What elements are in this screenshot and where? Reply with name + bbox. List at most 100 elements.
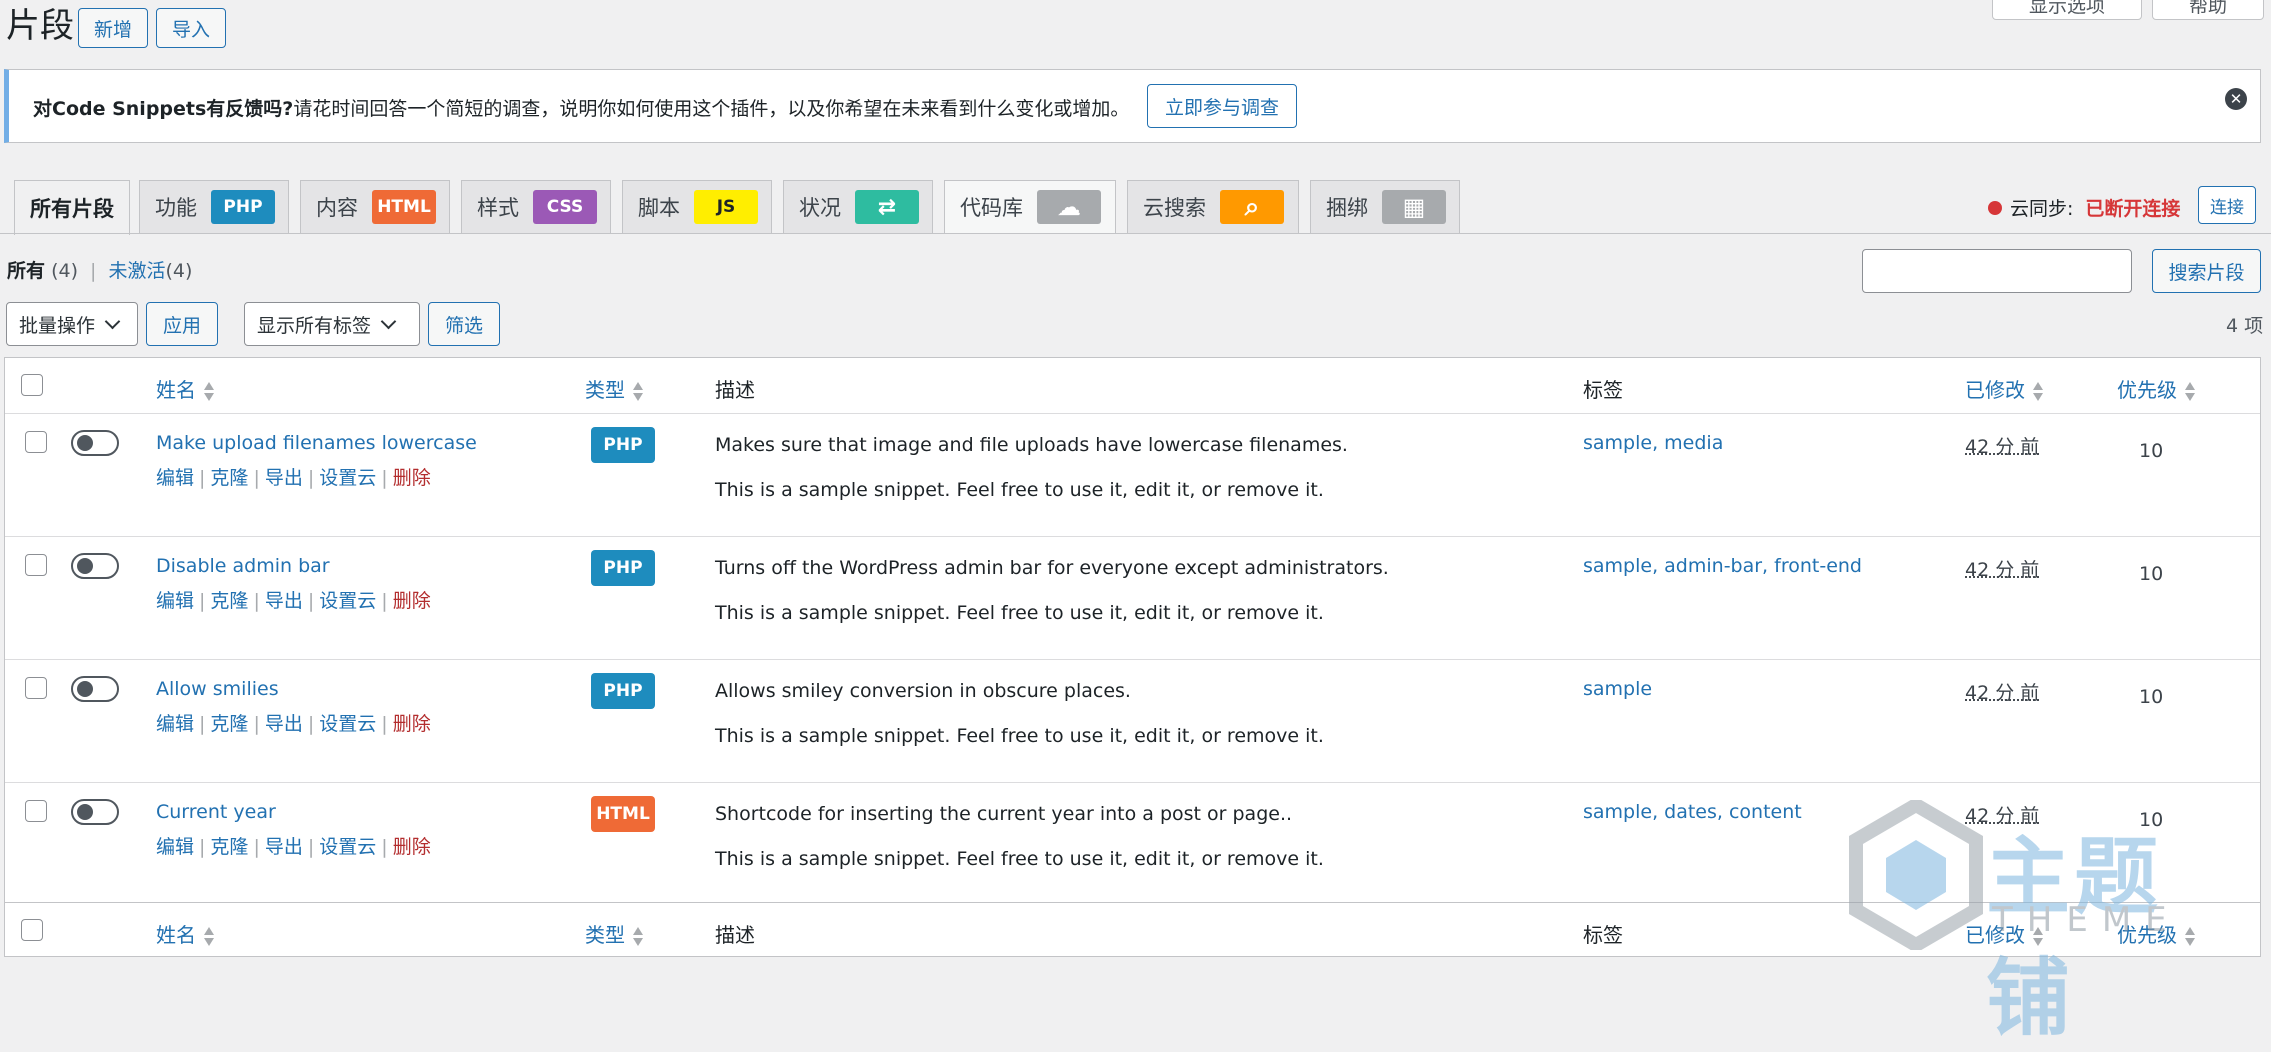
row-checkbox[interactable] xyxy=(25,677,47,699)
snippet-tags[interactable]: sample, dates, content xyxy=(1583,801,1802,823)
modified-time: 42 分 前 xyxy=(1965,432,2039,459)
search-snippets-button[interactable]: 搜索片段 xyxy=(2152,249,2261,293)
snippet-tags[interactable]: sample, admin-bar, front-end xyxy=(1583,555,1862,577)
column-priority[interactable]: 优先级 xyxy=(2117,374,2195,403)
row-checkbox[interactable] xyxy=(25,800,47,822)
delete-link[interactable]: 删除 xyxy=(393,836,431,858)
clone-link[interactable]: 克隆 xyxy=(210,590,248,612)
type-badge[interactable]: PHP xyxy=(591,550,655,586)
apply-button[interactable]: 应用 xyxy=(146,302,218,346)
delete-link[interactable]: 删除 xyxy=(393,590,431,612)
shuffle-icon: ⇄ xyxy=(855,190,919,224)
activate-toggle[interactable] xyxy=(71,676,119,702)
snippet-name-link[interactable]: Current year xyxy=(156,801,276,823)
separator: | xyxy=(381,590,387,612)
delete-link[interactable]: 删除 xyxy=(393,467,431,489)
connect-button[interactable]: 连接 xyxy=(2198,186,2256,224)
column-type-label: 类型 xyxy=(585,378,625,402)
html-badge: HTML xyxy=(372,190,436,224)
separator: | xyxy=(253,713,259,735)
notice-body: 请花时间回答一个简短的调查，说明你如何使用这个插件，以及你希望在未来看到什么变化… xyxy=(293,98,1129,120)
bulk-actions-select[interactable]: 批量操作 xyxy=(6,302,138,346)
activate-toggle[interactable] xyxy=(71,553,119,579)
snippet-name-link[interactable]: Make upload filenames lowercase xyxy=(156,432,477,454)
column-modified[interactable]: 已修改 xyxy=(1965,374,2043,403)
cloud-link[interactable]: 设置云 xyxy=(319,713,376,735)
column-type[interactable]: 类型 xyxy=(585,919,643,948)
column-tags: 标签 xyxy=(1583,919,1623,948)
toggle-knob xyxy=(77,435,93,451)
add-new-button[interactable]: 新增 xyxy=(78,8,148,48)
select-all-checkbox[interactable] xyxy=(21,919,43,941)
cloud-sync-status: 云同步: 已断开连接 xyxy=(1988,194,2180,221)
close-icon[interactable]: ✕ xyxy=(2225,88,2247,110)
activate-toggle[interactable] xyxy=(71,799,119,825)
tab-content[interactable]: 内容 HTML xyxy=(300,180,450,233)
status-dot-icon xyxy=(1988,201,2002,215)
watermark-icon xyxy=(1846,800,1986,950)
cloud-link[interactable]: 设置云 xyxy=(319,590,376,612)
survey-button[interactable]: 立即参与调查 xyxy=(1147,84,1297,128)
type-badge[interactable]: PHP xyxy=(591,427,655,463)
clone-link[interactable]: 克隆 xyxy=(210,713,248,735)
tab-divider xyxy=(0,233,2271,234)
edit-link[interactable]: 编辑 xyxy=(156,467,194,489)
sync-status-text: 已断开连接 xyxy=(2085,194,2180,221)
export-link[interactable]: 导出 xyxy=(265,713,303,735)
tab-conditions[interactable]: 状况 ⇄ xyxy=(783,180,933,233)
type-badge[interactable]: PHP xyxy=(591,673,655,709)
edit-link[interactable]: 编辑 xyxy=(156,713,194,735)
tab-label: 功能 xyxy=(155,192,197,222)
tab-label: 所有片段 xyxy=(30,193,114,223)
row-actions: 编辑 | 克隆 | 导出 | 设置云 | 删除 xyxy=(156,463,431,490)
clone-link[interactable]: 克隆 xyxy=(210,836,248,858)
sort-icon xyxy=(204,381,214,403)
separator: | xyxy=(199,713,205,735)
snippet-tags[interactable]: sample, media xyxy=(1583,432,1723,454)
snippet-name-link[interactable]: Allow smilies xyxy=(156,678,279,700)
edit-link[interactable]: 编辑 xyxy=(156,590,194,612)
screen-options-button[interactable]: 显示选项 xyxy=(1992,0,2142,20)
snippet-name-link[interactable]: Disable admin bar xyxy=(156,555,330,577)
tab-cloud-search[interactable]: 云搜索 ⌕ xyxy=(1127,180,1299,233)
type-badge[interactable]: HTML xyxy=(591,796,655,832)
activate-toggle[interactable] xyxy=(71,430,119,456)
cloud-link[interactable]: 设置云 xyxy=(319,836,376,858)
column-name[interactable]: 姓名 xyxy=(156,919,214,948)
column-name[interactable]: 姓名 xyxy=(156,374,214,403)
view-all[interactable]: 所有 xyxy=(7,260,45,282)
tab-styles[interactable]: 样式 CSS xyxy=(461,180,611,233)
column-description: 描述 xyxy=(715,374,755,403)
select-all-checkbox[interactable] xyxy=(21,374,43,396)
snippet-tags[interactable]: sample xyxy=(1583,678,1652,700)
export-link[interactable]: 导出 xyxy=(265,836,303,858)
help-button[interactable]: 帮助 xyxy=(2152,0,2264,20)
column-type[interactable]: 类型 xyxy=(585,374,643,403)
column-name-label: 姓名 xyxy=(156,923,196,947)
view-filters: 所有 (4) | 未激活(4) xyxy=(7,256,192,283)
import-button[interactable]: 导入 xyxy=(156,8,226,48)
clone-link[interactable]: 克隆 xyxy=(210,467,248,489)
row-checkbox[interactable] xyxy=(25,431,47,453)
cloud-link[interactable]: 设置云 xyxy=(319,467,376,489)
tab-functions[interactable]: 功能 PHP xyxy=(139,180,289,233)
tab-all-snippets[interactable]: 所有片段 xyxy=(14,180,130,235)
view-inactive[interactable]: 未激活 xyxy=(108,260,165,282)
filter-button[interactable]: 筛选 xyxy=(428,302,500,346)
tag-filter-select[interactable]: 显示所有标签 xyxy=(244,302,420,346)
watermark-subtext: THEME xyxy=(1992,900,2181,940)
export-link[interactable]: 导出 xyxy=(265,590,303,612)
delete-link[interactable]: 删除 xyxy=(393,713,431,735)
edit-link[interactable]: 编辑 xyxy=(156,836,194,858)
separator: | xyxy=(381,713,387,735)
row-checkbox[interactable] xyxy=(25,554,47,576)
tab-bundles[interactable]: 捆绑 ▦ xyxy=(1310,180,1460,233)
tab-scripts[interactable]: 脚本 JS xyxy=(622,180,772,233)
priority-value: 10 xyxy=(2139,440,2163,462)
search-input[interactable] xyxy=(1862,249,2132,293)
export-link[interactable]: 导出 xyxy=(265,467,303,489)
tab-library[interactable]: 代码库 ☁ xyxy=(944,180,1116,233)
bulk-actions-value: 批量操作 xyxy=(19,311,95,338)
snippet-description: Turns off the WordPress admin bar for ev… xyxy=(715,557,1389,579)
separator: | xyxy=(308,590,314,612)
